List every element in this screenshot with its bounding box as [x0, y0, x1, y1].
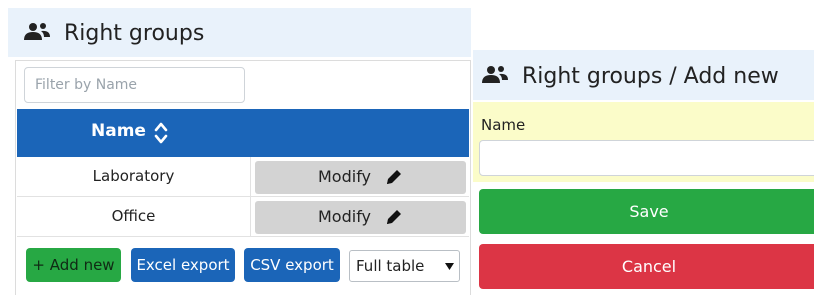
column-header-label: Name — [91, 121, 146, 141]
modify-button[interactable]: Modify — [255, 201, 466, 234]
save-button[interactable]: Save — [479, 189, 814, 234]
form-panel-header: Right groups / Add new — [473, 50, 814, 100]
export-scope-select[interactable]: Full table — [349, 250, 460, 282]
modify-button[interactable]: Modify — [255, 161, 466, 194]
pencil-icon — [387, 170, 401, 184]
table-header: Name — [17, 109, 469, 157]
caret-down-icon — [445, 263, 454, 270]
filter-by-name-input[interactable] — [24, 67, 245, 103]
table-row: Laboratory Modify — [17, 157, 469, 197]
users-icon — [24, 23, 50, 40]
table-row: Office Modify — [17, 197, 469, 237]
right-groups-list-panel: Right groups Name Laboratory Modify — [8, 8, 471, 295]
users-icon — [482, 66, 508, 83]
group-name-cell: Laboratory — [17, 157, 251, 196]
list-panel-body: Name Laboratory Modify — [15, 60, 471, 295]
pencil-icon — [387, 210, 401, 224]
screen: Right groups Name Laboratory Modify — [0, 0, 814, 295]
modify-button-label: Modify — [318, 207, 372, 226]
export-scope-value: Full table — [356, 257, 425, 275]
sort-icon — [154, 122, 168, 144]
name-field[interactable] — [479, 140, 814, 176]
list-panel-header: Right groups — [8, 8, 471, 57]
excel-export-button[interactable]: Excel export — [131, 248, 235, 282]
form-title: Right groups / Add new — [522, 64, 779, 89]
cancel-button[interactable]: Cancel — [479, 244, 814, 289]
add-new-button[interactable]: + Add new — [26, 248, 121, 282]
column-header-name[interactable]: Name — [17, 109, 251, 157]
csv-export-button[interactable]: CSV export — [244, 248, 340, 282]
modify-button-label: Modify — [318, 167, 372, 186]
add-new-form-panel: Right groups / Add new Name Save Cancel — [473, 50, 814, 295]
name-field-label: Name — [481, 116, 526, 134]
group-name-cell: Office — [17, 197, 251, 236]
page-title: Right groups — [64, 21, 205, 46]
